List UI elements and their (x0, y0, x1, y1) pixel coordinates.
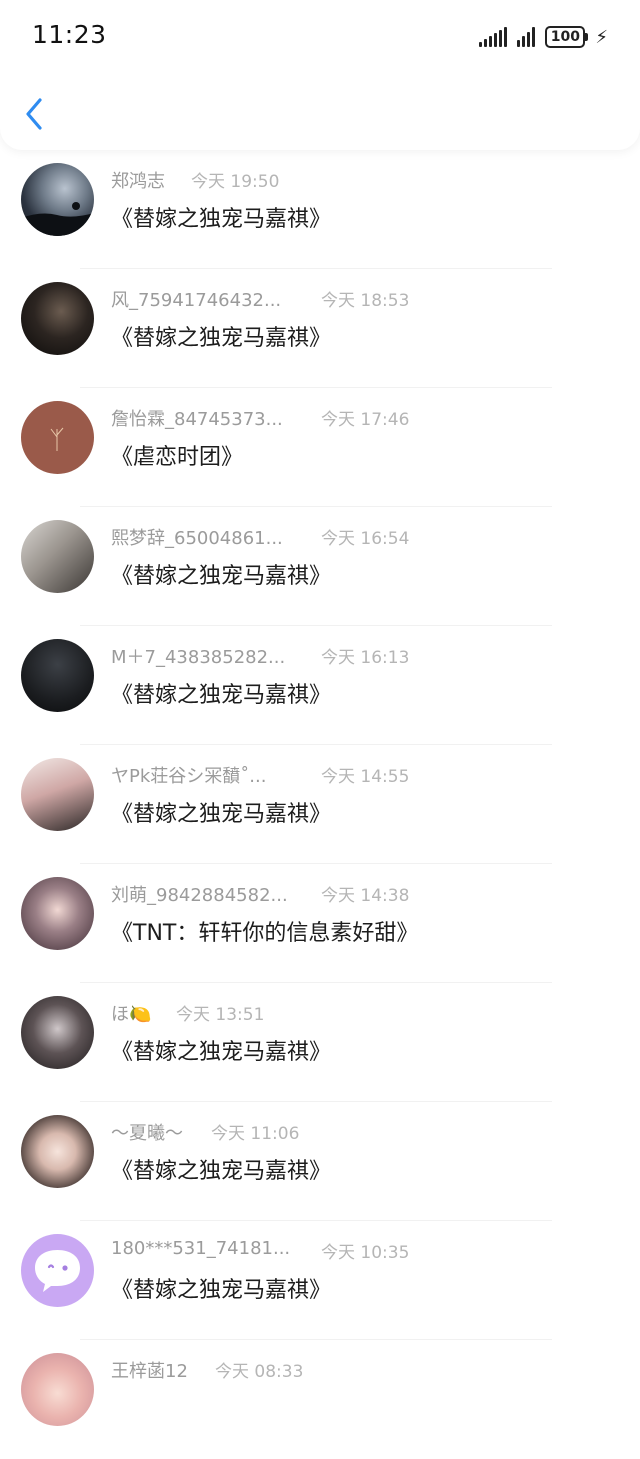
avatar[interactable] (21, 1234, 94, 1307)
chat-bubble-icon (35, 1250, 80, 1292)
list-item[interactable]: ヤPk荘谷シ冞馩˚... 今天 14:55 《替嫁之独宠马嘉祺》 (0, 745, 640, 864)
book-title[interactable]: 《替嫁之独宠马嘉祺》 (111, 320, 331, 352)
book-title[interactable]: 《替嫁之独宠马嘉祺》 (111, 1153, 331, 1185)
user-name: 郑鸿志 (111, 171, 165, 192)
timestamp: 今天 14:55 (321, 767, 410, 787)
book-title[interactable]: 《TNT：轩轩你的信息素好甜》 (111, 915, 418, 947)
list-item[interactable]: 郑鸿志 今天 19:50 《替嫁之独宠马嘉祺》 (0, 150, 640, 269)
chevron-left-icon (26, 98, 42, 130)
user-name: 风_75941746432... (111, 290, 282, 311)
user-name: M＋7_438385282... (111, 647, 286, 668)
book-title[interactable]: 《替嫁之独宠马嘉祺》 (111, 201, 331, 233)
avatar[interactable] (21, 282, 94, 355)
signal-icon (479, 27, 508, 47)
avatar[interactable] (21, 996, 94, 1069)
book-title[interactable]: 《替嫁之独宠马嘉祺》 (111, 1034, 331, 1066)
timestamp: 今天 13:51 (176, 1005, 265, 1025)
book-title[interactable]: 《替嫁之独宠马嘉祺》 (111, 558, 331, 590)
avatar[interactable] (21, 401, 94, 474)
signal-icon (517, 27, 536, 47)
timestamp: 今天 16:54 (321, 529, 410, 549)
timestamp: 今天 10:35 (321, 1243, 410, 1263)
list-item[interactable]: ～夏曦～ 今天 11:06 《替嫁之独宠马嘉祺》 (0, 1102, 640, 1221)
timestamp: 今天 17:46 (321, 410, 410, 430)
user-name: ほ🍋 (111, 1004, 152, 1025)
timestamp: 今天 11:06 (211, 1124, 300, 1144)
user-name: 刘萌_9842884582... (111, 885, 288, 906)
status-icons: 100 ⚡ (479, 24, 608, 50)
book-title[interactable]: 《替嫁之独宠马嘉祺》 (111, 796, 331, 828)
charging-icon: ⚡ (595, 26, 608, 48)
timestamp: 今天 19:50 (191, 172, 280, 192)
book-title[interactable]: 《虐恋时团》 (111, 439, 243, 471)
back-button[interactable] (20, 94, 50, 134)
battery-icon: 100 (545, 26, 589, 48)
avatar[interactable] (21, 520, 94, 593)
list-item[interactable]: 熙梦辞_65004861... 今天 16:54 《替嫁之独宠马嘉祺》 (0, 507, 640, 626)
list-item[interactable]: 180***531_74181... 今天 10:35 《替嫁之独宠马嘉祺》 (0, 1221, 640, 1340)
book-title[interactable]: 《替嫁之独宠马嘉祺》 (111, 677, 331, 709)
timestamp: 今天 16:13 (321, 648, 410, 668)
user-name: 王梓菡12 (111, 1361, 188, 1382)
status-time: 11:23 (32, 20, 107, 49)
avatar[interactable] (21, 877, 94, 950)
avatar[interactable] (21, 1353, 94, 1426)
avatar[interactable] (21, 163, 94, 236)
user-name: 180***531_74181... (111, 1238, 291, 1259)
timestamp: 今天 18:53 (321, 291, 410, 311)
user-name: ～夏曦～ (111, 1123, 183, 1144)
user-name: ヤPk荘谷シ冞馩˚... (111, 766, 267, 787)
book-title[interactable]: 《替嫁之独宠马嘉祺》 (111, 1272, 331, 1304)
user-name: 熙梦辞_65004861... (111, 528, 283, 549)
timestamp: 今天 08:33 (215, 1362, 304, 1382)
list-item[interactable]: ほ🍋 今天 13:51 《替嫁之独宠马嘉祺》 (0, 983, 640, 1102)
list-item[interactable]: 风_75941746432... 今天 18:53 《替嫁之独宠马嘉祺》 (0, 269, 640, 388)
list-item[interactable]: 詹怡霖_84745373... 今天 17:46 《虐恋时团》 (0, 388, 640, 507)
avatar[interactable] (21, 1115, 94, 1188)
list-item[interactable]: M＋7_438385282... 今天 16:13 《替嫁之独宠马嘉祺》 (0, 626, 640, 745)
avatar[interactable] (21, 758, 94, 831)
avatar[interactable] (21, 639, 94, 712)
timestamp: 今天 14:38 (321, 886, 410, 906)
top-bar: 11:23 100 ⚡ (0, 0, 640, 150)
list-item[interactable]: 王梓菡12 今天 08:33 (0, 1340, 640, 1459)
list-item[interactable]: 刘萌_9842884582... 今天 14:38 《TNT：轩轩你的信息素好甜》 (0, 864, 640, 983)
user-name: 詹怡霖_84745373... (111, 409, 283, 430)
